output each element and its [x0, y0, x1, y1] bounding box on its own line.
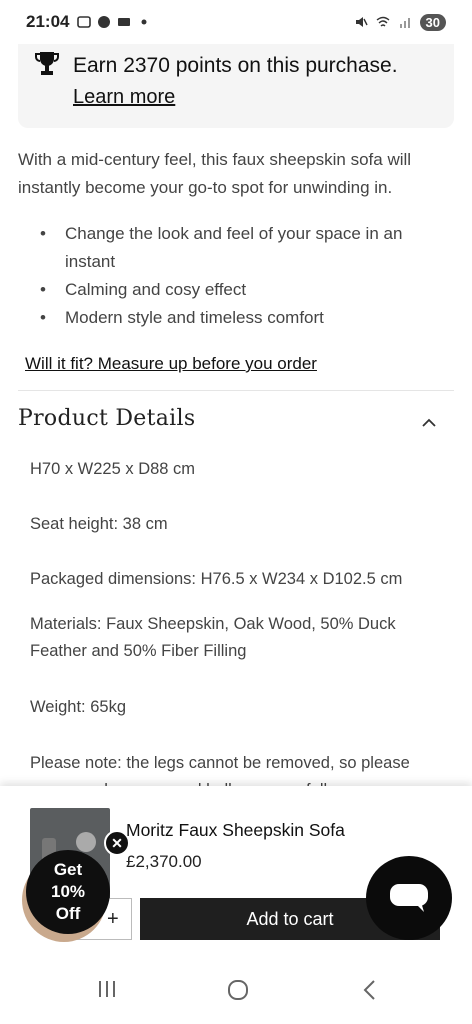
- promo-line: Off: [55, 904, 81, 923]
- sticky-product-name: Moritz Faux Sheepskin Sofa: [126, 820, 345, 840]
- product-page[interactable]: Earn 2370 points on this purchase. Learn…: [0, 44, 472, 786]
- detail-weight: Weight: 65kg: [30, 698, 127, 716]
- chat-button[interactable]: [366, 856, 452, 940]
- battery-level: 30: [419, 13, 446, 31]
- promo-line: 10%: [50, 882, 86, 901]
- home-icon[interactable]: [226, 978, 250, 1002]
- thumbnail-detail: [76, 832, 96, 852]
- back-icon[interactable]: [360, 978, 380, 1002]
- messenger-icon: [98, 16, 111, 28]
- detail-note: Please note: the legs cannot be removed,…: [30, 754, 410, 786]
- sticky-product-price: £2,370.00: [126, 852, 202, 871]
- divider: [18, 390, 454, 391]
- system-nav-bar: [0, 960, 472, 1024]
- discount-promo-button[interactable]: Get 10% Off: [26, 850, 110, 934]
- status-time: 21:04: [26, 12, 70, 31]
- signal-icon: [399, 18, 410, 28]
- detail-seat-height: Seat height: 38 cm: [30, 515, 168, 533]
- feature-item: Change the look and feel of your space i…: [18, 220, 454, 276]
- points-card: Earn 2370 points on this purchase. Learn…: [18, 44, 454, 128]
- measure-guide-link[interactable]: Will it fit? Measure up before you order: [25, 354, 317, 374]
- trophy-icon: [35, 52, 59, 75]
- product-description: With a mid-century feel, this faux sheep…: [18, 150, 412, 197]
- chevron-up-icon[interactable]: [420, 416, 438, 428]
- detail-materials: Materials: Faux Sheepskin, Oak Wood, 50%…: [30, 615, 396, 660]
- chat-icon: [390, 884, 428, 912]
- notification-icons: [77, 15, 151, 29]
- feature-item: Calming and cosy effect: [18, 276, 454, 304]
- mute-icon: [355, 17, 368, 27]
- points-text: Earn 2370 points on this purchase.: [73, 54, 398, 77]
- product-details-heading[interactable]: Product Details: [18, 406, 195, 431]
- feature-list: Change the look and feel of your space i…: [18, 220, 454, 332]
- wifi-icon: [376, 16, 389, 27]
- mail-icon: [118, 18, 131, 26]
- dot-icon: [141, 19, 147, 25]
- status-right: 30: [354, 13, 446, 31]
- detail-packaged-dimensions: Packaged dimensions: H76.5 x W234 x D102…: [30, 570, 403, 588]
- detail-dimensions: H70 x W225 x D88 cm: [30, 460, 196, 478]
- screenshot-icon: [77, 16, 92, 28]
- learn-more-link[interactable]: Learn more: [73, 86, 175, 109]
- feature-item: Modern style and timeless comfort: [18, 304, 454, 332]
- promo-line: Get: [53, 860, 83, 879]
- recents-icon[interactable]: [96, 978, 118, 1000]
- status-bar: 21:04 30: [0, 0, 472, 44]
